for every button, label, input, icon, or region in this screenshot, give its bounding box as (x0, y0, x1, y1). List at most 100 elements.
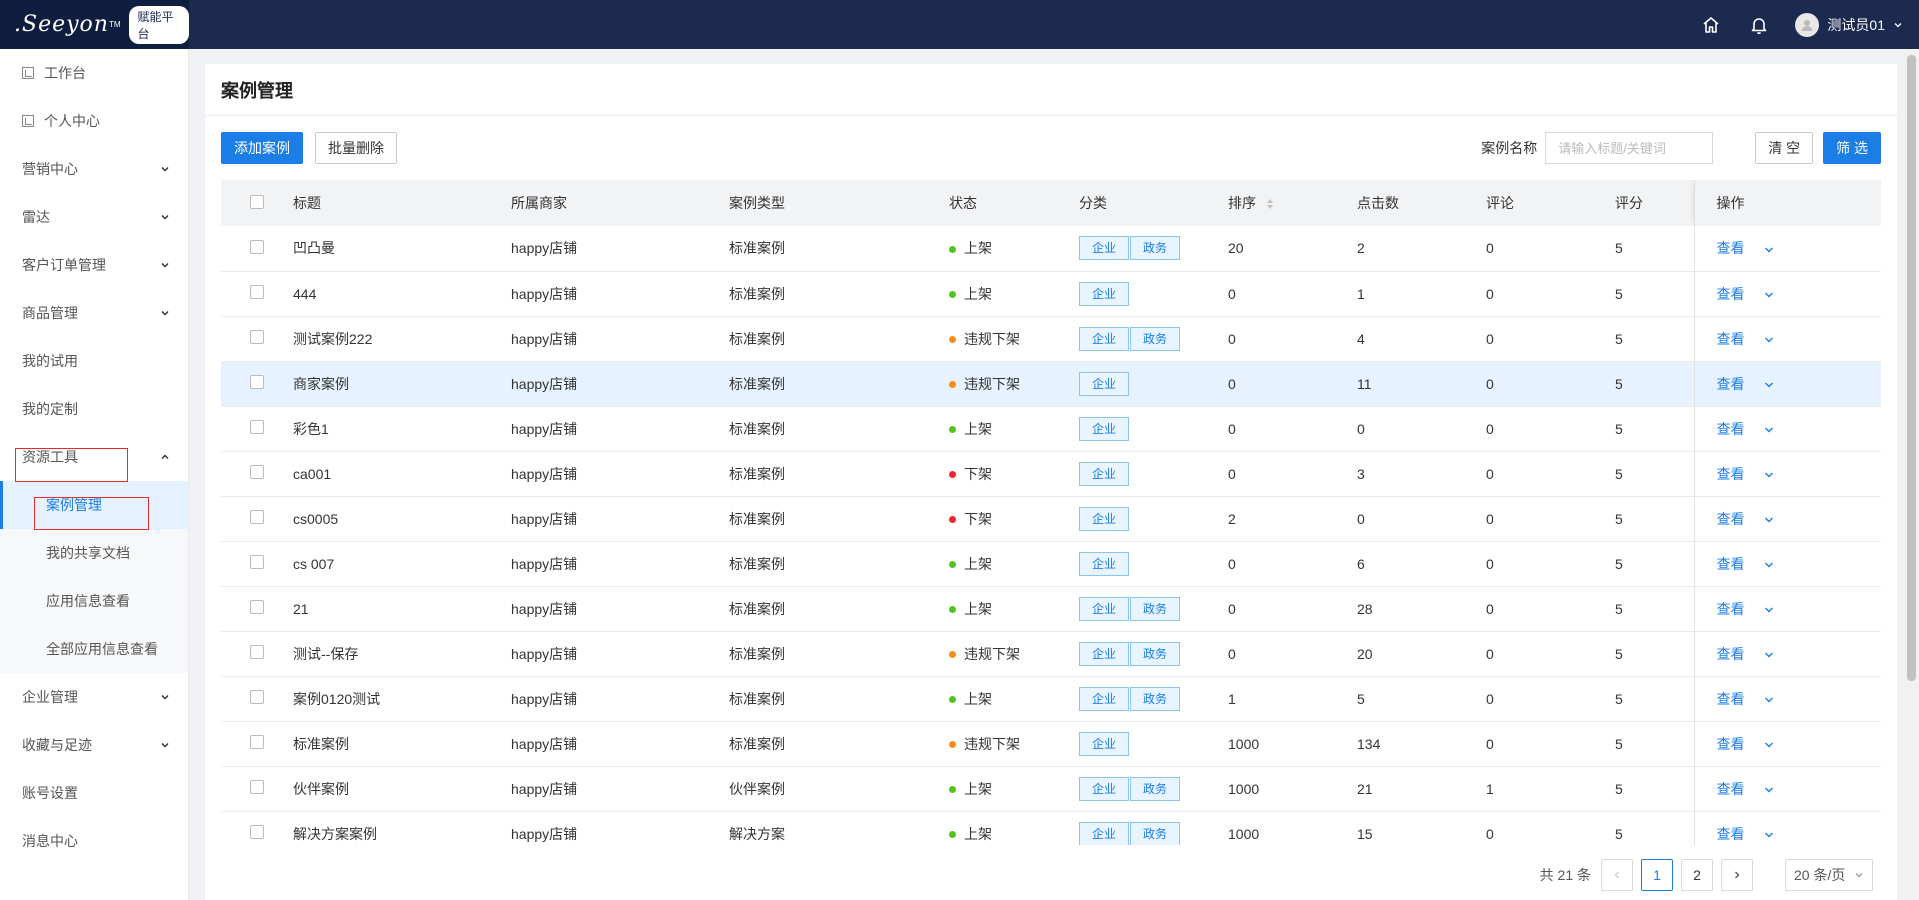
view-link[interactable]: 查看 (1717, 646, 1745, 662)
table-row[interactable]: 凹凸曼 happy店铺 标准案例 上架 企业 政务 20 2 0 5 查看 (221, 226, 1881, 271)
chevron-down-icon[interactable] (1763, 469, 1775, 481)
chevron-down-icon[interactable] (1763, 784, 1775, 796)
chevron-down-icon[interactable] (1763, 604, 1775, 616)
sidebar-item-label: 我的定制 (22, 401, 78, 417)
row-checkbox[interactable] (250, 555, 264, 569)
cell-comments: 0 (1486, 420, 1494, 437)
row-checkbox[interactable] (250, 239, 264, 254)
sidebar-item-shared-docs[interactable]: 我的共享文档 (0, 529, 188, 577)
next-page-button[interactable] (1721, 859, 1753, 891)
select-all-checkbox[interactable] (250, 194, 264, 209)
view-link[interactable]: 查看 (1717, 240, 1745, 256)
filter-button[interactable]: 筛 选 (1823, 132, 1881, 164)
sidebar-item-enterprise[interactable]: 企业管理 (0, 673, 188, 721)
chevron-down-icon[interactable] (1763, 829, 1775, 841)
table-row[interactable]: 21 happy店铺 标准案例 上架 企业 政务 0 28 0 5 查看 (221, 586, 1881, 631)
row-checkbox[interactable] (250, 825, 264, 839)
view-link[interactable]: 查看 (1717, 331, 1745, 347)
view-link[interactable]: 查看 (1717, 691, 1745, 707)
cell-category: 企业 (1079, 541, 1228, 586)
chevron-down-icon[interactable] (1763, 244, 1775, 256)
scrollbar-thumb[interactable] (1907, 55, 1916, 681)
row-checkbox[interactable] (250, 465, 264, 479)
row-checkbox[interactable] (250, 735, 264, 749)
row-checkbox[interactable] (250, 375, 264, 389)
view-link[interactable]: 查看 (1717, 826, 1745, 842)
row-checkbox[interactable] (250, 510, 264, 524)
chevron-down-icon[interactable] (1763, 694, 1775, 706)
chevron-down-icon[interactable] (1763, 739, 1775, 751)
sidebar-item-app-info[interactable]: 应用信息查看 (0, 577, 188, 625)
sidebar-item-my-trials[interactable]: 我的试用 (0, 337, 188, 385)
cell-rating: 5 (1615, 330, 1623, 347)
page-scrollbar[interactable] (1904, 49, 1919, 900)
row-checkbox[interactable] (250, 420, 264, 434)
table-row[interactable]: 标准案例 happy店铺 标准案例 违规下架 企业 1000 134 0 5 查… (221, 721, 1881, 766)
cell-category: 企业 (1079, 406, 1228, 451)
sidebar-item-marketing[interactable]: 营销中心 (0, 145, 188, 193)
row-checkbox[interactable] (250, 330, 264, 344)
prev-page-button[interactable] (1601, 859, 1633, 891)
chevron-down-icon[interactable] (1763, 334, 1775, 346)
page-title: 案例管理 (205, 64, 1897, 116)
chevron-down-icon[interactable] (1763, 289, 1775, 301)
table-row[interactable]: 测试--保存 happy店铺 标准案例 违规下架 企业 政务 0 20 0 5 查… (221, 631, 1881, 676)
clear-button[interactable]: 清 空 (1755, 132, 1814, 164)
sidebar-item-customer-orders[interactable]: 客户订单管理 (0, 241, 188, 289)
add-case-button[interactable]: 添加案例 (221, 132, 303, 164)
page-size-select[interactable]: 20 条/页 (1785, 859, 1873, 891)
sidebar-item-account-settings[interactable]: 账号设置 (0, 769, 188, 817)
view-link[interactable]: 查看 (1717, 736, 1745, 752)
table-row[interactable]: 解决方案案例 happy店铺 解决方案 上架 企业 政务 1000 15 0 5 … (221, 811, 1881, 845)
table-row[interactable]: 彩色1 happy店铺 标准案例 上架 企业 0 0 0 5 查看 (221, 406, 1881, 451)
sidebar-item-favorites[interactable]: 收藏与足迹 (0, 721, 188, 769)
column-header-sort[interactable]: 排序 (1228, 180, 1357, 226)
view-link[interactable]: 查看 (1717, 466, 1745, 482)
logo[interactable]: .Seeyon TM 赋能平台 (0, 0, 189, 49)
chevron-down-icon[interactable] (1763, 514, 1775, 526)
chevron-down-icon[interactable] (1763, 424, 1775, 436)
row-checkbox[interactable] (250, 285, 264, 299)
view-link[interactable]: 查看 (1717, 286, 1745, 302)
table-row[interactable]: 案例0120测试 happy店铺 标准案例 上架 企业 政务 1 5 0 5 查看 (221, 676, 1881, 721)
sidebar-item-radar[interactable]: 雷达 (0, 193, 188, 241)
cell-title: cs 007 (293, 555, 335, 572)
user-menu[interactable]: 测试员01 (1795, 12, 1903, 37)
table-row[interactable]: 444 happy店铺 标准案例 上架 企业 0 1 0 5 查看 (221, 271, 1881, 316)
row-checkbox[interactable] (250, 780, 264, 794)
chevron-down-icon[interactable] (1763, 559, 1775, 571)
sidebar-item-messages[interactable]: 消息中心 (0, 817, 188, 865)
case-name-input[interactable] (1545, 132, 1714, 164)
home-icon[interactable] (1699, 13, 1723, 37)
row-checkbox[interactable] (250, 690, 264, 704)
view-link[interactable]: 查看 (1717, 421, 1745, 437)
table-row[interactable]: 伙伴案例 happy店铺 伙伴案例 上架 企业 政务 1000 21 1 5 查看 (221, 766, 1881, 811)
row-checkbox[interactable] (250, 600, 264, 614)
sidebar-item-all-app-info[interactable]: 全部应用信息查看 (0, 625, 188, 673)
sort-icon[interactable] (1266, 198, 1274, 210)
view-link[interactable]: 查看 (1717, 556, 1745, 572)
sidebar-item-workbench[interactable]: 工作台 (0, 49, 188, 97)
status-text: 上架 (964, 780, 992, 797)
table-row[interactable]: cs 007 happy店铺 标准案例 上架 企业 0 6 0 5 查看 (221, 541, 1881, 586)
view-link[interactable]: 查看 (1717, 511, 1745, 527)
page-button-2[interactable]: 2 (1681, 859, 1713, 891)
chevron-down-icon[interactable] (1763, 649, 1775, 661)
sidebar-item-personal-center[interactable]: 个人中心 (0, 97, 188, 145)
table-row[interactable]: cs0005 happy店铺 标准案例 下架 企业 2 0 0 5 查看 (221, 496, 1881, 541)
view-link[interactable]: 查看 (1717, 781, 1745, 797)
table-row[interactable]: 商家案例 happy店铺 标准案例 违规下架 企业 0 11 0 5 查看 (221, 361, 1881, 406)
batch-delete-button[interactable]: 批量删除 (315, 132, 397, 164)
bell-icon[interactable] (1747, 13, 1771, 37)
table-row[interactable]: ca001 happy店铺 标准案例 下架 企业 0 3 0 5 查看 (221, 451, 1881, 496)
sidebar-item-resource-tools[interactable]: 资源工具 (0, 433, 188, 481)
table-row[interactable]: 测试案例222 happy店铺 标准案例 违规下架 企业 政务 0 4 0 5 查… (221, 316, 1881, 361)
sidebar-item-case-management[interactable]: 案例管理 (0, 481, 188, 529)
view-link[interactable]: 查看 (1717, 376, 1745, 392)
sidebar-item-products[interactable]: 商品管理 (0, 289, 188, 337)
row-checkbox[interactable] (250, 645, 264, 659)
sidebar-item-my-customization[interactable]: 我的定制 (0, 385, 188, 433)
chevron-down-icon[interactable] (1763, 379, 1775, 391)
view-link[interactable]: 查看 (1717, 601, 1745, 617)
page-button-1[interactable]: 1 (1641, 859, 1673, 891)
